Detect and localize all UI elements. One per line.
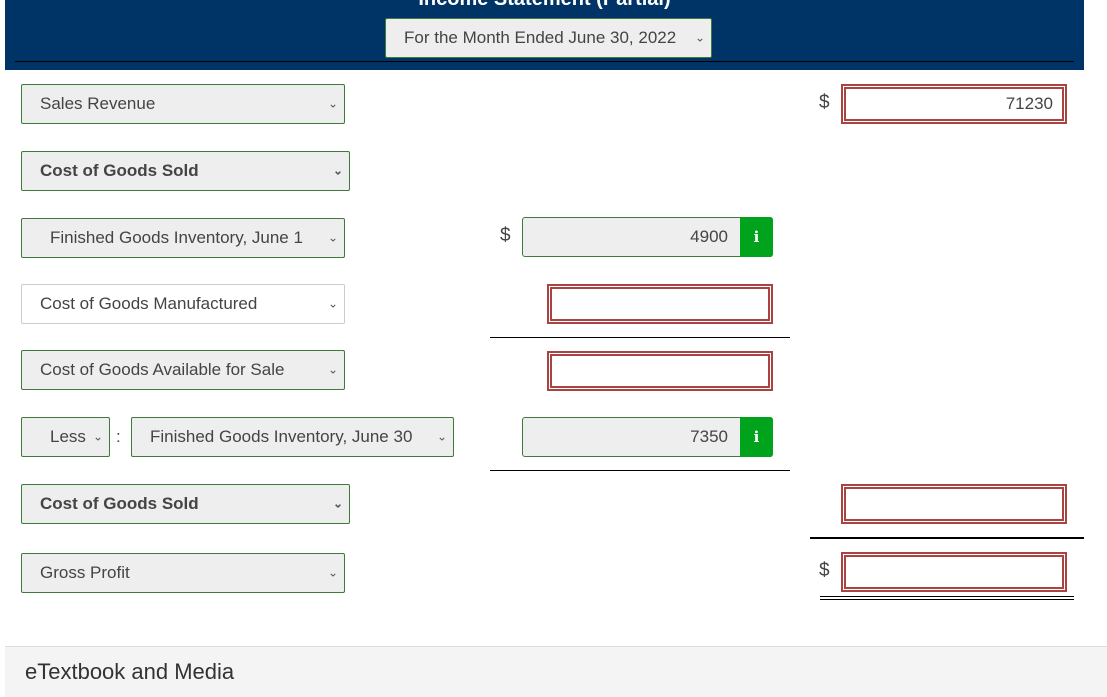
fg-inventory-end-input[interactable]: 7350 i	[522, 417, 773, 457]
statement-header: Income Statement (Partial) For the Month…	[5, 0, 1084, 70]
chevron-down-icon: ⌄	[327, 230, 338, 245]
subtotal-rule	[490, 470, 790, 471]
cogas-select[interactable]: Cost of Goods Available for Sale ⌄	[21, 350, 345, 390]
select-value: Gross Profit	[40, 563, 130, 582]
currency-symbol: $	[819, 92, 830, 113]
fg-inventory-begin-select[interactable]: Finished Goods Inventory, June 1 ⌄	[21, 218, 345, 258]
fg-inventory-end-select[interactable]: Finished Goods Inventory, June 30 ⌄	[131, 417, 454, 457]
select-value: Less	[50, 427, 86, 446]
etextbook-label: eTextbook and Media	[25, 659, 235, 684]
input-value: 7350	[690, 427, 728, 446]
double-rule-bottom	[820, 599, 1074, 600]
select-value: Cost of Goods Manufactured	[40, 294, 258, 313]
period-select-value: For the Month Ended June 30, 2022	[404, 28, 677, 47]
chevron-down-icon: ⌄	[327, 296, 338, 311]
chevron-down-icon: ⌄	[332, 496, 343, 511]
cogm-input[interactable]	[547, 284, 773, 324]
statement-title: Income Statement (Partial)	[5, 0, 1084, 11]
etextbook-panel[interactable]: eTextbook and Media	[5, 646, 1107, 697]
chevron-down-icon: ⌄	[327, 565, 338, 580]
select-value: Cost of Goods Available for Sale	[40, 360, 285, 379]
cogs-total-input[interactable]	[841, 484, 1067, 524]
select-value: Cost of Goods Sold	[40, 161, 199, 180]
total-rule	[810, 537, 1084, 539]
chevron-down-icon: ⌄	[92, 429, 103, 444]
currency-symbol: $	[500, 225, 511, 246]
period-select[interactable]: For the Month Ended June 30, 2022 ⌄	[385, 18, 712, 58]
info-icon[interactable]: i	[740, 217, 773, 257]
fg-inventory-begin-input[interactable]: 4900 i	[522, 217, 773, 257]
gross-profit-input[interactable]	[841, 552, 1067, 592]
chevron-down-icon: ⌄	[694, 30, 705, 45]
cogs-heading-select[interactable]: Cost of Goods Sold ⌄	[21, 151, 350, 191]
cogm-select[interactable]: Cost of Goods Manufactured ⌄	[21, 284, 345, 324]
sales-revenue-input[interactable]: 71230	[841, 84, 1067, 124]
gross-profit-select[interactable]: Gross Profit ⌄	[21, 553, 345, 593]
select-value: Finished Goods Inventory, June 30	[150, 427, 413, 446]
select-value: Finished Goods Inventory, June 1	[50, 228, 303, 247]
subtotal-rule	[490, 337, 790, 338]
header-divider	[15, 61, 1074, 62]
separator: :	[116, 427, 121, 446]
cogs-total-select[interactable]: Cost of Goods Sold ⌄	[21, 484, 350, 524]
cogas-input[interactable]	[547, 351, 773, 391]
chevron-down-icon: ⌄	[332, 163, 343, 178]
chevron-down-icon: ⌄	[436, 429, 447, 444]
chevron-down-icon: ⌄	[327, 362, 338, 377]
input-value: 4900	[690, 227, 728, 246]
info-icon[interactable]: i	[740, 417, 773, 457]
chevron-down-icon: ⌄	[327, 96, 338, 111]
select-value: Sales Revenue	[40, 94, 156, 113]
currency-symbol: $	[819, 560, 830, 581]
select-value: Cost of Goods Sold	[40, 494, 199, 513]
less-operator-select[interactable]: Less ⌄	[21, 417, 110, 457]
sales-revenue-select[interactable]: Sales Revenue ⌄	[21, 84, 345, 124]
double-rule-top	[820, 596, 1074, 597]
